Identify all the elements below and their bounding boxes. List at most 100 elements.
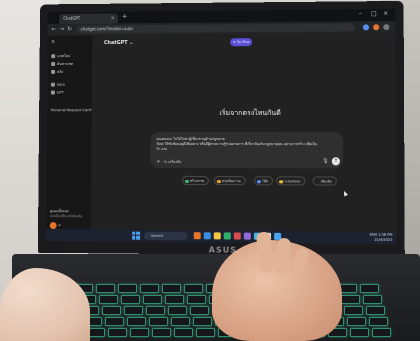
extension-icon[interactable] <box>362 24 370 31</box>
keyboard-key <box>344 306 363 315</box>
keyboard-key <box>96 284 115 293</box>
tray-date: 21/4/2025 <box>374 237 393 242</box>
attach-button[interactable]: + <box>156 159 160 165</box>
send-button[interactable]: ↑ <box>331 157 340 166</box>
new-chat-icon <box>51 54 56 59</box>
tab-close-icon[interactable]: × <box>111 14 115 24</box>
keyboard-key <box>152 328 171 337</box>
new-tab-button[interactable]: + <box>122 12 128 20</box>
keyboard-key <box>350 328 369 337</box>
model-selector[interactable]: ChatGPT ⌄ <box>104 40 134 46</box>
chip-create-image[interactable]: สร้างภาพ <box>181 175 209 186</box>
keyboard-key <box>193 317 212 326</box>
microphone-icon[interactable]: 🎙 <box>322 158 328 164</box>
mouse-cursor-icon <box>342 190 349 197</box>
laptop-lid: ChatGPT × + – □ × ← → ↻ chatgpt.com/?mod… <box>37 0 405 257</box>
keyboard-key <box>165 295 184 304</box>
taskbar-app-icon[interactable] <box>223 232 231 240</box>
chat-sidebar: ☰ แชทใหม่ ค้นหาแชท คลัง Sora GPT Persona… <box>45 35 103 230</box>
keyboard-key <box>105 317 124 326</box>
upgrade-plan-sub: ปลดล็อกฟีเจอร์เพิ่มเติม <box>49 214 83 219</box>
sidebar-item-sora[interactable]: Sora <box>51 83 65 87</box>
chip-summarize[interactable]: สรุปข้อความ <box>213 176 246 186</box>
chip-brainstorm[interactable]: ระดมสมอง <box>276 176 306 186</box>
taskbar-app-icon[interactable] <box>233 232 241 240</box>
keyboard-key <box>363 295 382 304</box>
taskbar-app-icon[interactable] <box>193 232 201 240</box>
chip-label: สรุปข้อความ <box>221 179 241 184</box>
back-icon[interactable]: ← <box>52 26 57 33</box>
keyboard-key <box>190 306 209 315</box>
keyboard-key <box>174 328 193 337</box>
keyboard-key <box>187 295 206 304</box>
sidebar-item-library[interactable]: คลัง <box>51 69 63 75</box>
code-icon <box>256 179 261 184</box>
keyboard-key <box>146 306 165 315</box>
keyboard-key <box>171 317 190 326</box>
windows-taskbar: Search ENG 1:58 PM 21/4/2025 <box>45 228 397 245</box>
tools-button[interactable]: ⇆ เครื่องมือ <box>164 160 181 165</box>
minimize-button[interactable]: – <box>359 10 362 17</box>
image-icon <box>184 179 189 184</box>
chip-more[interactable]: เพิ่มเติม <box>312 176 338 186</box>
sidebar-item-gpt[interactable]: GPT <box>50 90 64 95</box>
upgrade-plan-link[interactable]: ดูแผนทั้งหมด ปลดล็อกฟีเจอร์เพิ่มเติม <box>50 209 83 219</box>
sidebar-item-label: Sora <box>56 82 65 87</box>
search-icon <box>51 62 56 67</box>
lightbulb-icon <box>279 179 283 184</box>
get-plus-button[interactable]: ✦ รับ Plus <box>230 38 253 47</box>
keyboard-key <box>143 295 162 304</box>
keyboard-key <box>102 306 121 315</box>
sidebar-toggle-icon[interactable]: ☰ <box>51 40 54 44</box>
address-bar[interactable]: chatgpt.com/?model=auto <box>76 23 355 34</box>
keyboard-key <box>366 306 385 315</box>
chip-code[interactable]: โค้ด <box>253 176 274 186</box>
keyboard-key <box>372 328 391 337</box>
browser-tab[interactable]: ChatGPT × <box>59 13 118 24</box>
sidebar-item-label: แชทใหม่ <box>57 54 71 59</box>
keyboard-key <box>124 306 143 315</box>
close-window-button[interactable]: × <box>383 10 388 17</box>
taskbar-app-icon[interactable] <box>213 232 221 240</box>
finger <box>273 237 292 275</box>
finger <box>289 246 311 280</box>
gpt-icon <box>50 90 55 95</box>
composer-text-line: ถ้า ออง <box>156 146 168 151</box>
keyboard-key <box>360 284 379 293</box>
tray-time: ENG 1:58 PM <box>369 232 393 237</box>
summarize-icon <box>216 179 221 184</box>
keyboard-key <box>369 317 388 326</box>
chip-label: โค้ด <box>261 179 269 184</box>
maximize-button[interactable]: □ <box>371 10 377 17</box>
prompt-composer[interactable]: คุณคอนนะ ไม่ได้ไปหาผู้เชี่ยวชาญด้านกฎหมา… <box>150 131 343 169</box>
sidebar-item-label: GPT <box>56 90 64 95</box>
taskbar-app-icon[interactable] <box>243 232 251 240</box>
avatar[interactable] <box>49 222 57 230</box>
keyboard-key <box>99 295 118 304</box>
sora-icon <box>51 82 55 87</box>
windows-start-icon[interactable] <box>132 231 140 240</box>
system-tray-clock[interactable]: ENG 1:58 PM 21/4/2025 <box>370 233 393 243</box>
chip-label: สร้างภาพ <box>189 178 204 184</box>
avatar-label: ผ <box>58 223 61 228</box>
keyboard-key <box>118 284 137 293</box>
forward-icon[interactable]: → <box>59 26 64 33</box>
sidebar-item-new-chat[interactable]: แชทใหม่ <box>51 53 70 59</box>
chip-label: เพิ่มเติม <box>320 179 333 184</box>
chat-main: ChatGPT ⌄ ✦ รับ Plus เริ่มจากตรงไหนกันดี… <box>90 33 397 232</box>
reload-icon[interactable]: ↻ <box>67 26 72 33</box>
chip-label: ระดมสมอง <box>284 179 301 184</box>
composer-text-line: Task ให้ซับซ้อนอยู่ดีเสียอย่าง หรือมีผู้… <box>156 141 318 147</box>
taskbar-search[interactable]: Search <box>144 231 188 241</box>
keyboard-key <box>347 317 366 326</box>
suggestion-chips: สร้างภาพ สรุปข้อความ โค้ด ระดมสมอง เพิ่ม… <box>91 175 396 187</box>
sidebar-item-search[interactable]: ค้นหาแชท <box>51 61 73 67</box>
keyboard-key <box>162 284 181 293</box>
taskbar-app-icon[interactable] <box>203 232 211 240</box>
profile-icon[interactable] <box>373 24 380 31</box>
keyboard-key <box>341 295 360 304</box>
keyboard-key <box>168 306 187 315</box>
keyboard-key <box>149 317 168 326</box>
keyboard-key <box>184 284 203 293</box>
menu-icon[interactable] <box>383 24 390 31</box>
